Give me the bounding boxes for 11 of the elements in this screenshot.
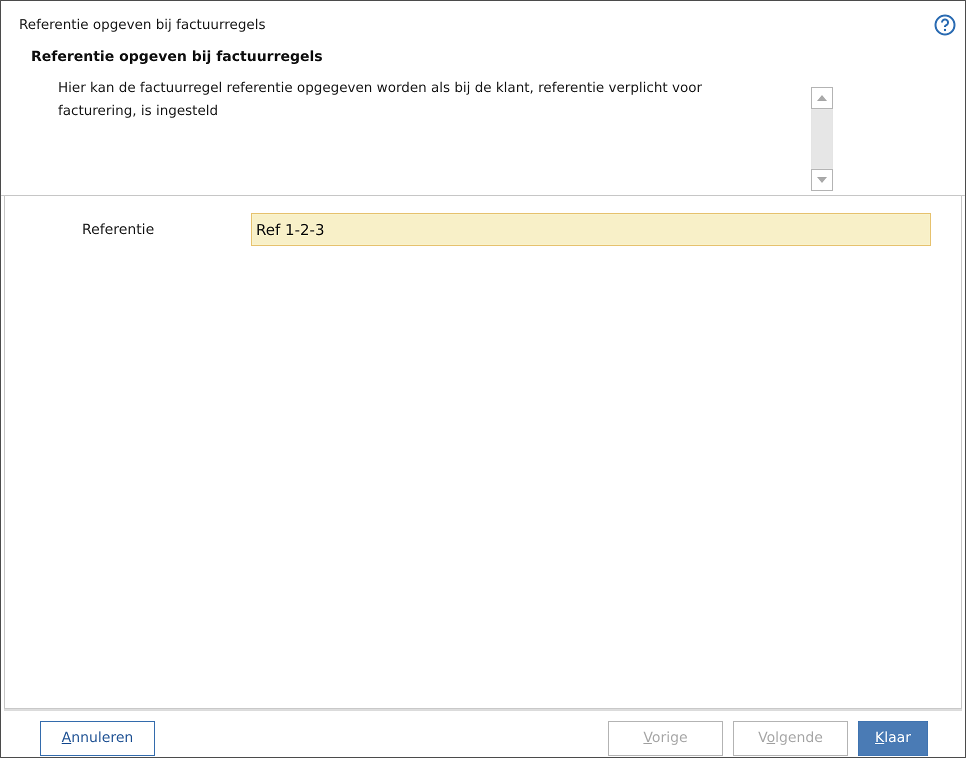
help-icon[interactable]	[934, 14, 956, 36]
scrollbar[interactable]	[811, 87, 833, 191]
description-text: Hier kan de factuurregel referentie opgegeven worden als bij de klant, referentie verplicht voor facturering, is ingesteld	[58, 79, 704, 121]
done-button[interactable]: Klaar	[858, 720, 928, 756]
dialog-button[interactable]: Annuleren	[40, 720, 155, 756]
field-label: Referentie	[82, 222, 156, 238]
up-arrow-icon[interactable]	[817, 95, 827, 101]
section-title: Referentie opgeven bij factuurregels	[31, 49, 324, 65]
down-arrow-icon[interactable]	[817, 177, 827, 183]
window-title: Referentie opgeven bij factuurregels	[19, 17, 266, 33]
reference-field[interactable]: Ref 1-2-3	[251, 213, 931, 246]
